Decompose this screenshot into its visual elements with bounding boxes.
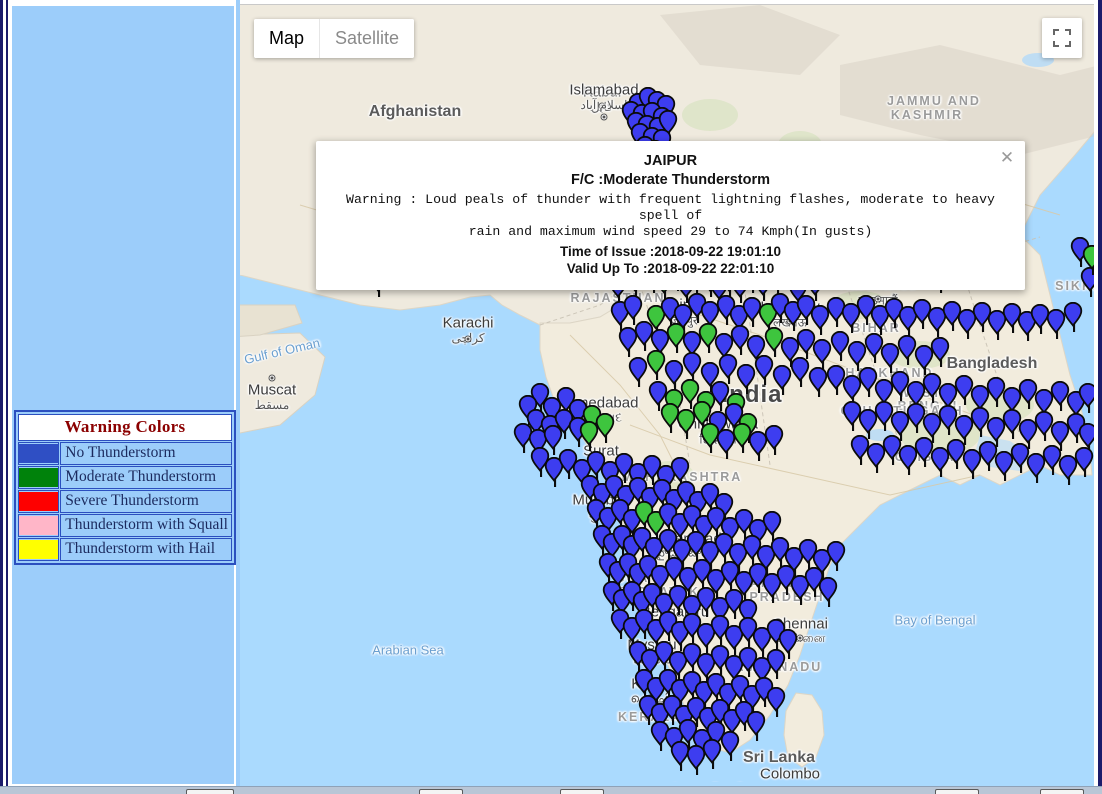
legend-title-row: Warning Colors — [18, 414, 232, 441]
legend-color-swatch — [19, 492, 59, 511]
warning-colors-legend: Warning Colors No Thunderstorm Moderate T… — [14, 410, 236, 565]
map-marker[interactable] — [754, 355, 774, 385]
map-marker[interactable] — [1078, 383, 1094, 413]
map-marker[interactable] — [766, 687, 786, 717]
map-city-dot-1 — [600, 113, 608, 121]
map-marker[interactable] — [595, 413, 615, 443]
legend-swatch-cell — [18, 442, 60, 465]
fullscreen-icon — [1053, 29, 1071, 47]
map-type-control[interactable]: Map Satellite — [254, 19, 415, 58]
map-type-satellite[interactable]: Satellite — [319, 19, 415, 58]
map-marker[interactable] — [772, 365, 792, 395]
map-marker[interactable] — [720, 731, 740, 761]
legend-swatch-cell — [18, 466, 60, 489]
close-icon[interactable]: ✕ — [998, 149, 1016, 167]
map-marker[interactable] — [930, 337, 950, 367]
map-marker[interactable] — [746, 711, 766, 741]
map-city-dot-2 — [464, 335, 472, 343]
map-marker[interactable] — [736, 364, 756, 394]
legend-row-container: No Thunderstorm Moderate Thunderstorm Seve… — [18, 442, 232, 561]
legend-title: Warning Colors — [18, 414, 232, 441]
bottom-control-3[interactable] — [560, 789, 604, 794]
legend-row: Thunderstorm with Hail — [18, 538, 232, 561]
bottom-toolbar — [0, 786, 1102, 794]
warning-line-2: rain and maximum wind speed 29 to 74 Kmp… — [468, 224, 873, 239]
map-city-dot-0 — [598, 102, 606, 110]
legend-row: Moderate Thunderstorm — [18, 466, 232, 489]
bottom-control-4[interactable] — [935, 789, 979, 794]
legend-label: No Thunderstorm — [60, 442, 232, 465]
map-marker[interactable] — [826, 541, 846, 571]
map-marker[interactable] — [808, 367, 828, 397]
legend-label: Thunderstorm with Squall — [60, 514, 232, 537]
map-city-dot-3 — [268, 374, 276, 382]
warning-line-1: Warning : Loud peals of thunder with fre… — [346, 192, 995, 223]
map-marker[interactable] — [628, 357, 648, 387]
legend-table: Warning Colors No Thunderstorm Moderate T… — [17, 413, 233, 562]
map-marker[interactable] — [818, 577, 838, 607]
legend-color-swatch — [19, 540, 59, 559]
legend-color-swatch — [19, 444, 59, 463]
bottom-control-1[interactable] — [186, 789, 234, 794]
info-window-forecast: F/C :Moderate Thunderstorm — [571, 172, 770, 188]
map-city-dot-8 — [874, 295, 882, 303]
map-marker[interactable] — [646, 350, 666, 380]
window-border-right — [1098, 0, 1102, 794]
info-window[interactable]: ✕ JAIPUR F/C :Moderate Thunderstorm Warn… — [316, 141, 1025, 290]
map-marker[interactable] — [764, 425, 784, 455]
bottom-control-2[interactable] — [419, 789, 463, 794]
window-border-left-inner — [6, 0, 8, 794]
google-map[interactable]: AfghanistanNepalBhutanBangladeshSri Lank… — [240, 4, 1094, 786]
map-canvas[interactable]: AfghanistanNepalBhutanBangladeshSri Lank… — [240, 5, 1094, 786]
legend-color-swatch — [19, 468, 59, 487]
map-marker[interactable] — [1074, 447, 1094, 477]
legend-label: Severe Thunderstorm — [60, 490, 232, 513]
fullscreen-button[interactable] — [1042, 18, 1082, 58]
legend-swatch-cell — [18, 538, 60, 561]
legend-label: Thunderstorm with Hail — [60, 538, 232, 561]
info-window-valid-up-to: Valid Up To :2018-09-22 22:01:10 — [566, 261, 775, 276]
map-marker[interactable] — [1063, 302, 1083, 332]
info-window-station: JAIPUR — [643, 153, 698, 169]
map-marker[interactable] — [718, 354, 738, 384]
window-border-left — [0, 0, 3, 794]
legend-swatch-cell — [18, 514, 60, 537]
legend-row: No Thunderstorm — [18, 442, 232, 465]
legend-row: Severe Thunderstorm — [18, 490, 232, 513]
map-marker[interactable] — [682, 352, 702, 382]
sidebar-panel: Warning Colors No Thunderstorm Moderate T… — [10, 4, 236, 786]
info-window-warning: Warning : Loud peals of thunder with fre… — [330, 192, 1011, 240]
info-window-time-of-issue: Time of Issue :2018-09-22 19:01:10 — [559, 244, 782, 259]
map-marker[interactable] — [702, 739, 722, 769]
legend-row: Thunderstorm with Squall — [18, 514, 232, 537]
map-city-dot-13 — [796, 634, 804, 642]
map-marker[interactable] — [766, 649, 786, 679]
map-type-map[interactable]: Map — [254, 19, 320, 58]
legend-color-swatch — [19, 516, 59, 535]
legend-label: Moderate Thunderstorm — [60, 466, 232, 489]
sidebar-spacer — [236, 0, 240, 794]
map-marker[interactable] — [1082, 245, 1094, 275]
map-marker[interactable] — [790, 357, 810, 387]
legend-swatch-cell — [18, 490, 60, 513]
application-window: Warning Colors No Thunderstorm Moderate T… — [0, 0, 1102, 794]
bottom-control-5[interactable] — [1040, 789, 1084, 794]
